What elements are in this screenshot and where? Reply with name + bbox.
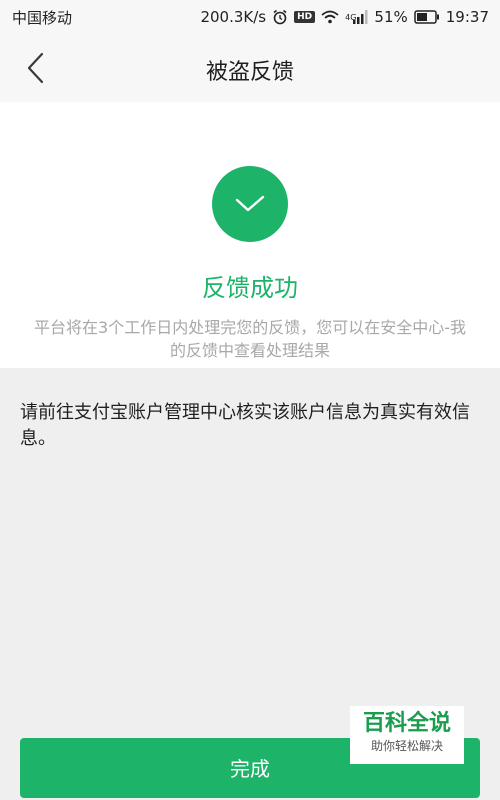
watermark-subtitle: 助你轻松解决 — [370, 739, 443, 753]
hd-icon: HD — [294, 11, 316, 23]
status-indicators: 200.3K/s HD 4G 51% 19:37 — [200, 8, 489, 26]
success-panel: 反馈成功 平台将在3个工作日内处理完您的反馈，您可以在安全中心-我的反馈中查看处… — [0, 102, 500, 368]
wifi-icon — [321, 10, 339, 24]
watermark-title: 百科全说 — [362, 711, 451, 736]
success-title: 反馈成功 — [202, 274, 298, 302]
info-message: 请前往支付宝账户管理中心核实该账户信息为真实有效信息。 — [20, 402, 470, 449]
watermark-logo: 百科全说 助你轻松解决 — [350, 706, 464, 764]
check-icon — [235, 195, 265, 212]
battery-percent-label: 51% — [374, 8, 408, 26]
page-title: 被盗反馈 — [205, 60, 294, 85]
success-description: 平台将在3个工作日内处理完您的反馈，您可以在安全中心-我的反馈中查看处理结果 — [34, 318, 466, 360]
status-bar: 中国移动 200.3K/s HD 4G 51% 19:37 — [0, 0, 500, 34]
alarm-icon — [272, 9, 288, 25]
net-speed-label: 200.3K/s — [200, 8, 267, 26]
carrier-label: 中国移动 — [12, 8, 73, 27]
battery-icon — [414, 10, 440, 24]
time-label: 19:37 — [445, 8, 489, 26]
nav-header: 被盗反馈 — [0, 34, 500, 102]
signal-icon: 4G — [345, 10, 368, 24]
success-badge — [212, 166, 288, 242]
